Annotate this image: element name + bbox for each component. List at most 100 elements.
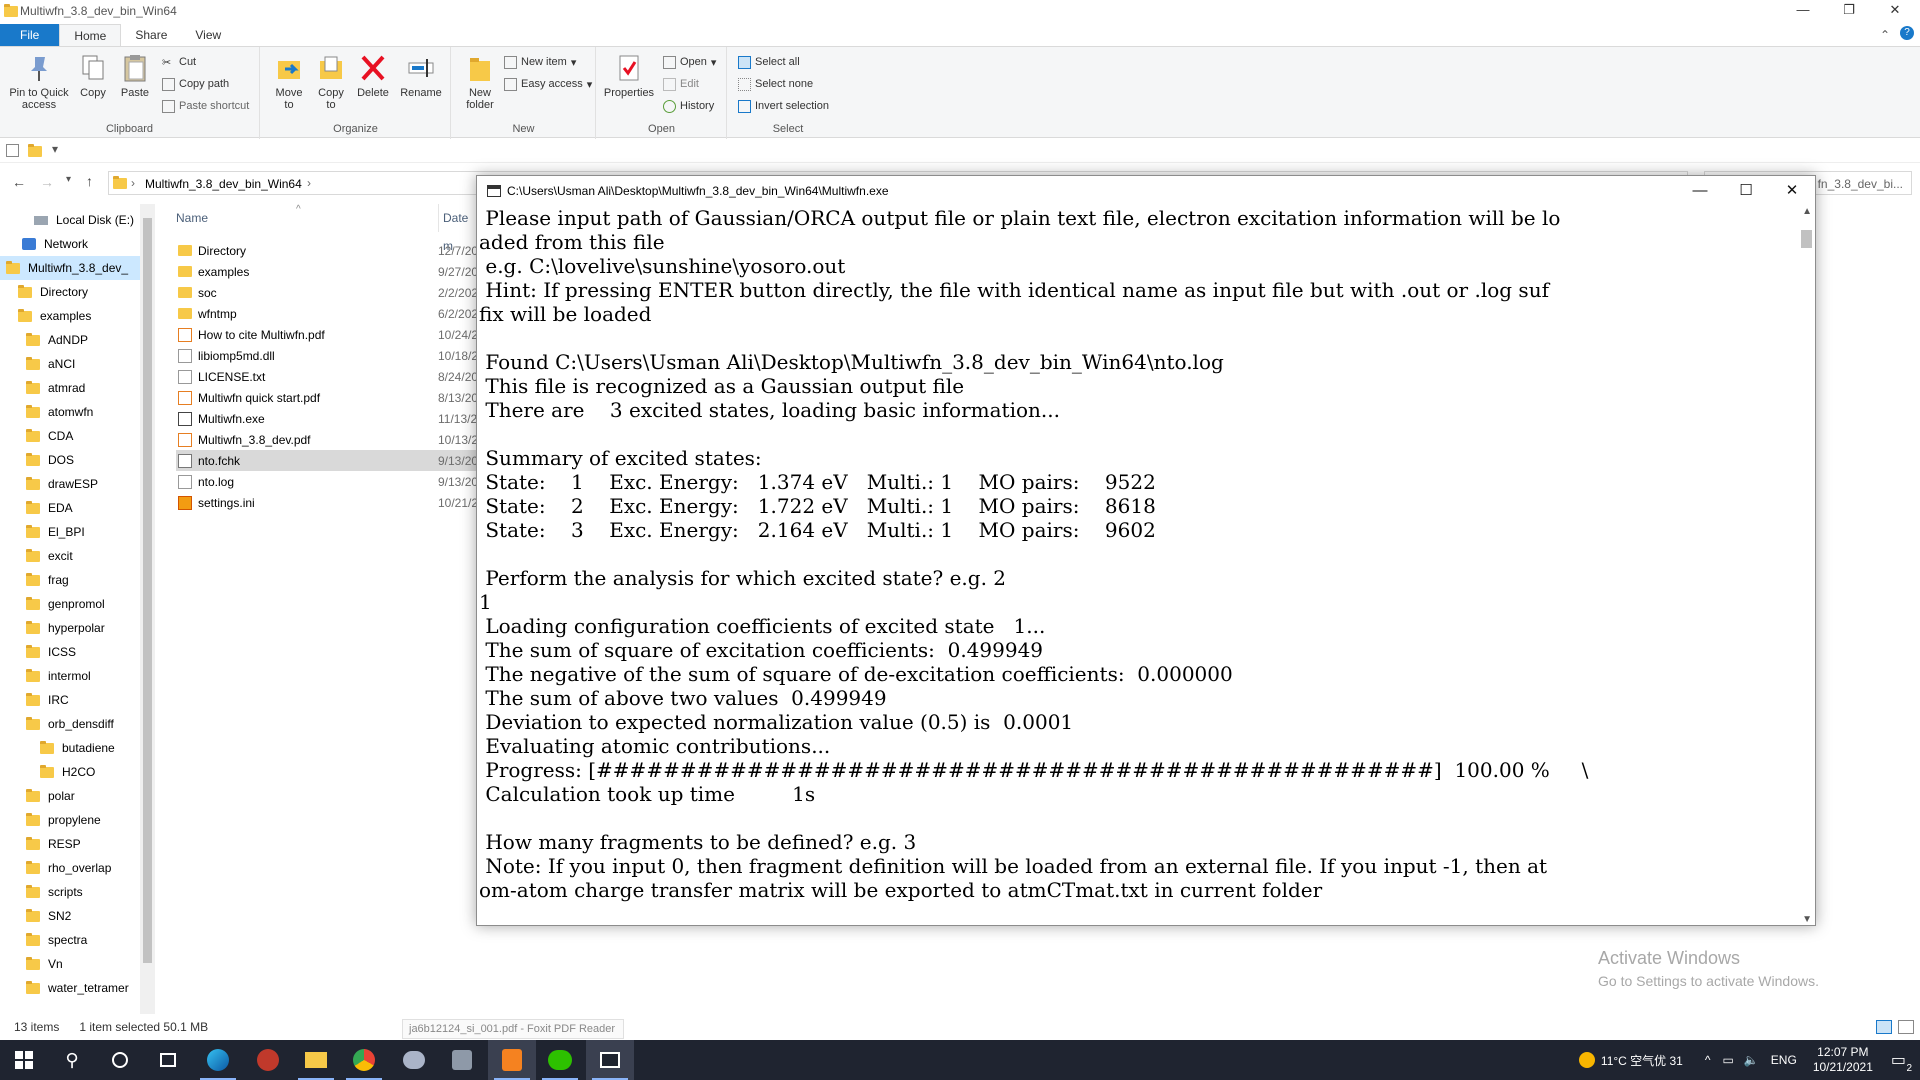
nav-item[interactable]: scripts — [0, 880, 140, 904]
back-arrow-icon[interactable]: ← — [12, 174, 26, 190]
scroll-down-icon[interactable]: ▼ — [1802, 914, 1812, 925]
network-icon[interactable]: ▭ — [1723, 1053, 1734, 1067]
nav-item[interactable]: drawESP — [0, 472, 140, 496]
file-row[interactable]: nto.log 9/13/20 — [176, 471, 478, 492]
taskbar-app[interactable] — [390, 1040, 438, 1080]
open-button[interactable]: Open ▾ — [663, 53, 716, 71]
file-row[interactable]: Multiwfn.exe 11/13/2 — [176, 408, 477, 429]
file-row[interactable]: soc 2/2/202 — [176, 282, 478, 303]
nav-item[interactable]: examples — [0, 304, 140, 328]
select-all-button[interactable]: Select all — [738, 53, 800, 71]
language-indicator[interactable]: ENG — [1771, 1053, 1797, 1067]
file-row[interactable]: libiomp5md.dll 10/18/2 — [176, 345, 478, 366]
recent-dropdown-icon[interactable]: ▾ — [66, 174, 71, 185]
paste-button[interactable]: Paste — [118, 53, 152, 99]
search-button[interactable]: ⚲ — [48, 1040, 96, 1080]
nav-item[interactable]: orb_densdiff — [0, 712, 140, 736]
chevron-up-icon[interactable]: ^ — [1705, 1053, 1711, 1067]
nav-item[interactable]: IRC — [0, 688, 140, 712]
weather-text[interactable]: 11°C 空气优 31 — [1601, 1052, 1683, 1069]
nav-item[interactable]: frag — [0, 568, 140, 592]
cortana-button[interactable] — [96, 1040, 144, 1080]
file-row[interactable]: Multiwfn quick start.pdf 8/13/20 — [176, 387, 478, 408]
console-output[interactable]: Please input path of Gaussian/ORCA outpu… — [479, 206, 1797, 925]
maximize-button[interactable]: ❐ — [1826, 0, 1872, 22]
nav-item[interactable]: rho_overlap — [0, 856, 140, 880]
pin-button[interactable]: Pin to Quick access — [6, 53, 72, 111]
new-item-button[interactable]: New item ▾ — [504, 53, 576, 71]
details-view-icon[interactable] — [1876, 1020, 1892, 1034]
copy-path-button[interactable]: Copy path — [162, 75, 229, 93]
nav-item[interactable]: atomwfn — [0, 400, 140, 424]
large-icons-view-icon[interactable] — [1898, 1020, 1914, 1034]
tab-view[interactable]: View — [181, 24, 235, 46]
nav-item[interactable]: EDA — [0, 496, 140, 520]
volume-icon[interactable]: 🔈 — [1744, 1053, 1759, 1067]
file-row[interactable]: Multiwfn_3.8_dev.pdf 10/13/2 — [176, 429, 478, 450]
tab-file[interactable]: File — [0, 24, 60, 46]
file-row[interactable]: wfntmp 6/2/202 — [176, 303, 478, 324]
tab-home[interactable]: Home — [59, 24, 122, 46]
nav-item[interactable]: butadiene — [0, 736, 140, 760]
new-folder-button[interactable]: New folder — [460, 53, 500, 111]
taskbar-app[interactable] — [438, 1040, 486, 1080]
copy-button[interactable]: Copy — [76, 53, 110, 99]
nav-item[interactable]: spectra — [0, 928, 140, 952]
tab-share[interactable]: Share — [121, 24, 181, 46]
nav-item[interactable]: SN2 — [0, 904, 140, 928]
nav-item[interactable]: aNCI — [0, 352, 140, 376]
taskbar-foxit-reader[interactable] — [488, 1040, 536, 1080]
taskbar-chrome[interactable] — [340, 1040, 388, 1080]
taskbar-wechat[interactable] — [536, 1040, 584, 1080]
history-button[interactable]: History — [663, 97, 714, 115]
nav-item[interactable]: AdNDP — [0, 328, 140, 352]
nav-item[interactable]: ICSS — [0, 640, 140, 664]
notification-icon[interactable]: ▭ 2 — [1891, 1050, 1912, 1074]
nav-item[interactable]: Vn — [0, 952, 140, 976]
nav-item[interactable]: genpromol — [0, 592, 140, 616]
task-view-button[interactable] — [144, 1040, 192, 1080]
customize-dropdown-icon[interactable]: ▾ — [52, 142, 58, 156]
console-scrollbar[interactable]: ▲ ▼ — [1798, 206, 1815, 925]
easy-access-button[interactable]: Easy access ▾ — [504, 75, 592, 93]
nav-item[interactable]: Multiwfn_3.8_dev_ — [0, 256, 140, 280]
start-button[interactable] — [0, 1040, 48, 1080]
copy-to-button[interactable]: Copy to — [313, 53, 349, 111]
minimize-button[interactable]: — — [1780, 0, 1826, 22]
edit-button[interactable]: Edit — [663, 75, 699, 93]
nav-item[interactable]: water_tetramer — [0, 976, 140, 1000]
nav-item[interactable]: intermol — [0, 664, 140, 688]
console-close-button[interactable]: ✕ — [1769, 176, 1815, 206]
properties-button[interactable]: Properties — [603, 53, 655, 99]
clock[interactable]: 12:07 PM 10/21/2021 — [1813, 1045, 1873, 1075]
paste-shortcut-button[interactable]: Paste shortcut — [162, 97, 249, 115]
cut-button[interactable]: ✂ Cut — [162, 53, 196, 71]
delete-button[interactable]: Delete — [355, 53, 391, 99]
taskbar-edge[interactable] — [194, 1040, 242, 1080]
file-row[interactable]: Directory 12/7/20 — [176, 240, 478, 261]
column-header-name[interactable]: Name — [176, 204, 208, 232]
forward-arrow-icon[interactable]: → — [40, 174, 54, 190]
console-maximize-button[interactable]: ☐ — [1723, 176, 1769, 206]
file-row[interactable]: LICENSE.txt 8/24/20 — [176, 366, 478, 387]
up-arrow-icon[interactable]: ↑ — [86, 173, 93, 189]
nav-item[interactable]: excit — [0, 544, 140, 568]
nav-item[interactable]: El_BPI — [0, 520, 140, 544]
invert-selection-button[interactable]: Invert selection — [738, 97, 829, 115]
nav-item[interactable]: RESP — [0, 832, 140, 856]
breadcrumb-path[interactable]: Multiwfn_3.8_dev_bin_Win64 — [145, 177, 302, 191]
nav-item[interactable]: atmrad — [0, 376, 140, 400]
nav-item[interactable]: CDA — [0, 424, 140, 448]
scroll-up-icon[interactable]: ▲ — [1802, 206, 1812, 217]
file-row[interactable]: settings.ini 10/21/2 — [176, 492, 478, 513]
nav-item[interactable]: Network — [0, 232, 140, 256]
close-button[interactable]: ✕ — [1872, 0, 1918, 22]
console-minimize-button[interactable]: — — [1677, 176, 1723, 206]
move-to-button[interactable]: Move to — [271, 53, 307, 111]
column-header-date[interactable]: Date m — [438, 204, 476, 253]
nav-item[interactable]: H2CO — [0, 760, 140, 784]
help-icon[interactable]: ? — [1900, 26, 1914, 40]
nav-scrollbar-thumb[interactable] — [143, 218, 152, 963]
nav-item[interactable]: hyperpolar — [0, 616, 140, 640]
properties-icon[interactable] — [6, 144, 19, 157]
